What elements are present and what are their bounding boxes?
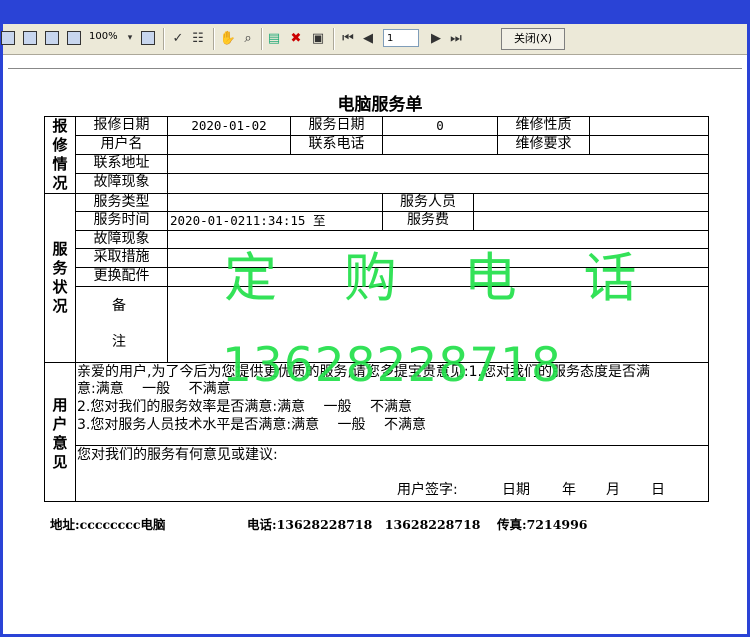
window-titlebar [3, 3, 747, 24]
value-contact-phone [382, 135, 498, 155]
page-number-input[interactable]: 1 [383, 29, 419, 47]
first-page-icon[interactable]: ⏮ [339, 29, 357, 47]
section-repair-label: 报修情况 [52, 117, 68, 192]
label-fault-symptom: 故障现象 [75, 173, 168, 194]
year-label: 年 [562, 482, 576, 498]
value-repair-type [589, 116, 709, 136]
two-page-icon[interactable] [21, 29, 39, 47]
delete-page-icon[interactable]: ✖ [287, 29, 305, 47]
survey-q3: 3.您对服务人员技术水平是否满意:满意 一般 不满意 [77, 417, 426, 433]
footer-fax: 传真:7214996 [497, 517, 588, 532]
value-fault-symptom [167, 173, 709, 194]
zoom-icon[interactable]: ⌕ [239, 29, 257, 47]
next-page-icon[interactable]: ▶ [427, 29, 445, 47]
label-remarks-2: 注 [112, 334, 126, 350]
label-service-type: 服务类型 [75, 193, 168, 212]
month-label: 月 [606, 482, 620, 498]
section-opinion-label: 用户意见 [52, 396, 68, 471]
value-service-type [167, 193, 383, 212]
hand-icon[interactable]: ✋ [219, 29, 237, 47]
page-view-icon[interactable] [0, 29, 17, 47]
value-user-name [167, 135, 291, 155]
suggestion-label: 您对我们的服务有何意见或建议: [77, 447, 278, 463]
footer-phone: 电话:13628228718 13628228718 [247, 517, 481, 532]
multi-page-icon[interactable] [43, 29, 61, 47]
label-fault-symptom-2: 故障现象 [75, 230, 168, 249]
value-contact-address [167, 154, 709, 174]
new-page-icon[interactable]: ▤ [265, 29, 283, 47]
grid-page-icon[interactable] [65, 29, 83, 47]
watermark-phone-number: 13628228718 [222, 338, 562, 393]
value-service-fee [473, 211, 709, 231]
survey-q2: 2.您对我们的服务效率是否满意:满意 一般 不满意 [77, 399, 412, 415]
label-user-name: 用户名 [75, 135, 168, 155]
form-title: 电脑服务单 [337, 95, 423, 115]
prev-page-icon[interactable]: ◀ [359, 29, 377, 47]
check-icon[interactable]: ✓ [169, 29, 187, 47]
tree-icon[interactable]: ☷ [189, 29, 207, 47]
label-service-staff: 服务人员 [382, 193, 474, 212]
day-label: 日 [651, 482, 665, 498]
watermark-order-phone-label: 定 购 电 话 [224, 248, 662, 309]
preview-toolbar: 100% ▾ ✓ ☷ ✋ ⌕ ▤ ✖ ▣ ⏮ ◀ 1 ▶ ⏭ 关闭(X) [3, 24, 747, 55]
value-service-date: 0 [382, 116, 498, 136]
section-service-label: 服务状况 [52, 240, 68, 315]
survey-q1-options: 意:满意 一般 不满意 [77, 381, 231, 397]
label-service-fee: 服务费 [382, 211, 474, 231]
signature-label: 用户签字: [397, 482, 458, 498]
label-contact-address: 联系地址 [75, 154, 168, 174]
value-service-staff [473, 193, 709, 212]
close-button[interactable]: 关闭(X) [501, 28, 565, 50]
label-contact-phone: 联系电话 [290, 135, 383, 155]
label-repair-request: 维修要求 [497, 135, 590, 155]
last-page-icon[interactable]: ⏭ [447, 29, 465, 47]
date-label: 日期 [502, 482, 530, 498]
footer-address: 地址:cccccccc电脑 [50, 517, 166, 532]
label-service-time: 服务时间 [75, 211, 168, 231]
label-service-date: 服务日期 [290, 116, 383, 136]
outline-icon[interactable] [139, 29, 157, 47]
label-remarks-1: 备 [112, 298, 126, 314]
value-repair-date: 2020-01-02 [167, 116, 291, 136]
value-repair-request [589, 135, 709, 155]
chevron-down-icon[interactable]: ▾ [121, 29, 139, 47]
export-icon[interactable]: ▣ [309, 29, 327, 47]
label-repair-date: 报修日期 [75, 116, 168, 136]
zoom-select[interactable]: 100% [89, 31, 118, 42]
label-replaced-parts: 更换配件 [75, 267, 168, 287]
label-repair-type: 维修性质 [497, 116, 590, 136]
label-measures: 采取措施 [75, 248, 168, 268]
value-service-time: 2020-01-0211:34:15 至 [167, 211, 383, 231]
